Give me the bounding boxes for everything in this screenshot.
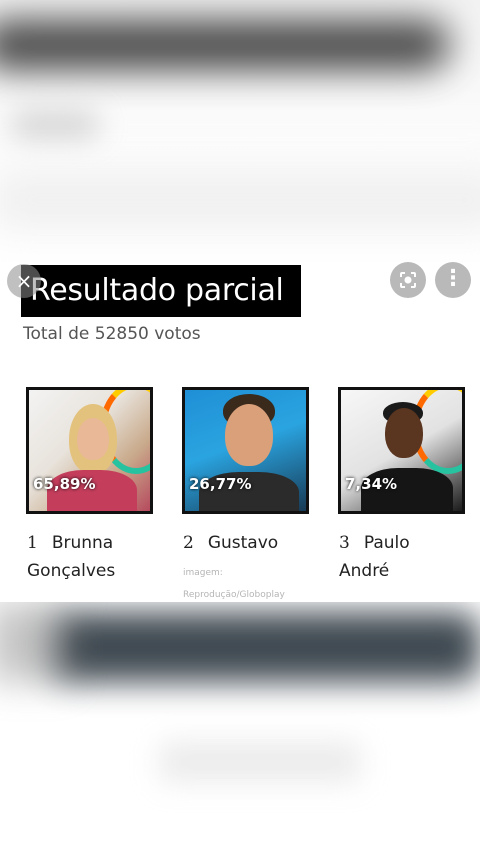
blurred-shape bbox=[0, 602, 70, 682]
candidate-3-name[interactable]: 3 Paulo André bbox=[339, 529, 410, 585]
result-card: Resultado parcial × ⋮ Total de 52850 vot… bbox=[0, 262, 480, 602]
last-name: Gonçalves bbox=[27, 561, 116, 581]
blurred-shape bbox=[50, 612, 480, 682]
blurred-shape bbox=[160, 742, 360, 782]
candidate-3-image[interactable]: 7,34% bbox=[338, 387, 465, 514]
person-face bbox=[77, 418, 109, 460]
blurred-shape bbox=[10, 110, 100, 140]
candidate-2-name[interactable]: 2 Gustavo bbox=[183, 529, 278, 557]
rank-number: 2 bbox=[183, 533, 194, 553]
card-title: Resultado parcial bbox=[21, 265, 301, 317]
candidate-1-name[interactable]: 1 Brunna Gonçalves bbox=[27, 529, 115, 585]
blurred-shape bbox=[0, 170, 480, 230]
rank-number: 1 bbox=[27, 533, 38, 553]
blurred-shape bbox=[0, 20, 450, 70]
vote-percentage: 26,77% bbox=[189, 475, 252, 493]
vote-percentage: 65,89% bbox=[33, 475, 96, 493]
person-face bbox=[385, 408, 423, 458]
blurred-bottom-area bbox=[0, 602, 480, 866]
first-name: Brunna bbox=[51, 533, 114, 553]
candidate-1-image[interactable]: 65,89% bbox=[26, 387, 153, 514]
image-credit-source: Reprodução/Globoplay bbox=[183, 590, 285, 600]
close-button[interactable]: × bbox=[7, 264, 41, 298]
last-name: André bbox=[339, 561, 390, 581]
lens-icon bbox=[400, 272, 416, 288]
lens-button[interactable] bbox=[390, 262, 426, 298]
image-credit-label: imagem: bbox=[183, 568, 223, 578]
vote-percentage: 7,34% bbox=[345, 475, 398, 493]
blurred-top-area bbox=[0, 0, 480, 262]
total-votes: Total de 52850 votos bbox=[23, 324, 201, 344]
candidate-2-image[interactable]: 26,77% bbox=[182, 387, 309, 514]
first-name: Gustavo bbox=[207, 533, 279, 553]
more-options-button[interactable]: ⋮ bbox=[435, 262, 471, 298]
rank-number: 3 bbox=[339, 533, 350, 553]
first-name: Paulo bbox=[363, 533, 410, 553]
person-face bbox=[225, 404, 273, 466]
